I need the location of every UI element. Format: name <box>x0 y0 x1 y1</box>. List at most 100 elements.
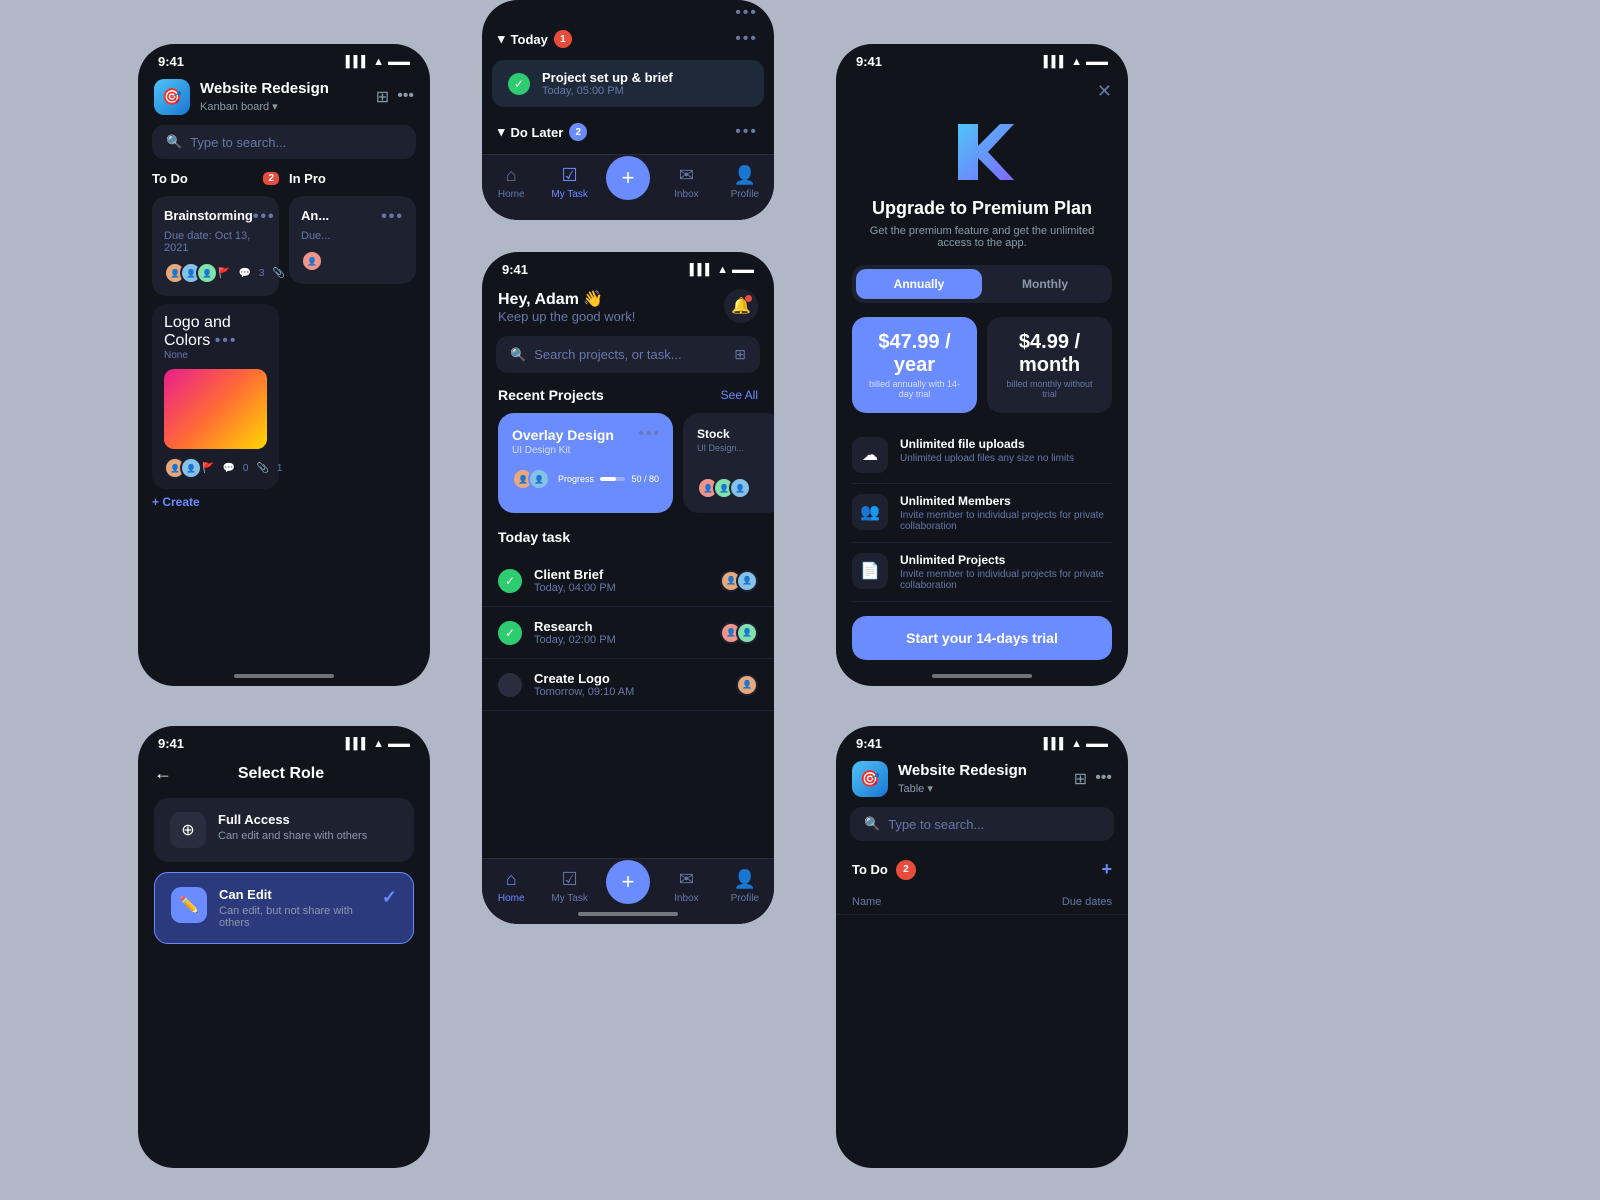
top-dots: ••• <box>482 0 774 22</box>
search-bar-kanban[interactable]: 🔍 Type to search... <box>152 125 416 159</box>
time-premium: 9:41 <box>856 54 882 69</box>
comments-icon: 💬 <box>238 268 250 279</box>
tab-inbox-top[interactable]: ✉ Inbox <box>657 165 715 200</box>
todo-header: To Do 2 + <box>836 853 1128 890</box>
layout-icon[interactable]: ⊞ <box>376 87 389 107</box>
comments-icon: 💬 <box>222 463 234 474</box>
avatar: 👤 <box>736 622 758 644</box>
pricing-tabs: Annually Monthly <box>852 265 1112 303</box>
notification-icon[interactable]: 🔔 <box>724 289 758 323</box>
board-type-table: Table ▾ <box>898 783 933 795</box>
logo-card-footer: 👤 👤 🚩 💬 0 📎 1 <box>164 457 267 479</box>
check-icon-selected: ✓ <box>382 887 397 908</box>
header-actions-table: ⊞ ••• <box>1074 769 1112 789</box>
close-button[interactable]: ✕ <box>1097 81 1112 102</box>
status-icons-premium: ▌▌▌ ▲ ▬▬ <box>1044 56 1108 68</box>
kanban-card-brainstorming[interactable]: Brainstorming ••• Due date: Oct 13, 2021… <box>152 196 279 296</box>
card-menu-icon[interactable]: ••• <box>253 208 276 226</box>
progress-label: Progress <box>558 474 594 484</box>
progress-bar <box>600 477 625 481</box>
pricing-card-monthly[interactable]: $4.99 / month billed monthly without tri… <box>987 317 1112 413</box>
pricing-cards: $47.99 / year billed annually with 14-da… <box>836 317 1128 427</box>
tab-mytask-dash[interactable]: ☑ My Task <box>540 869 598 904</box>
tab-profile-top[interactable]: 👤 Profile <box>716 165 774 200</box>
feature-members: 👥 Unlimited Members Invite member to ind… <box>852 484 1112 543</box>
progress-section: Progress 50 / 80 <box>558 474 659 484</box>
more-icon-table[interactable]: ••• <box>1095 769 1112 789</box>
avatar: 👤 <box>180 457 202 479</box>
dashboard-search[interactable]: 🔍 Search projects, or task... ⊞ <box>496 336 760 373</box>
menu-icon[interactable]: ••• <box>735 4 758 22</box>
kanban-header: 🎯 Website Redesign Kanban board ▾ ⊞ ••• <box>138 73 430 125</box>
avatar: 👤 <box>729 477 751 499</box>
table-search[interactable]: 🔍 Type to search... <box>850 807 1114 841</box>
back-button[interactable]: ← <box>154 763 172 784</box>
greeting-text: Hey, Adam 👋 Keep up the good work! <box>498 289 635 324</box>
home-indicator-dash <box>578 912 678 916</box>
task3-avatars: 👤 <box>736 674 758 696</box>
search-icon-dash: 🔍 <box>510 347 526 363</box>
tab-annually[interactable]: Annually <box>856 269 982 299</box>
full-access-icon: ⊕ <box>170 812 206 848</box>
dolater-menu-icon[interactable]: ••• <box>735 123 758 141</box>
tab-inbox-dash[interactable]: ✉ Inbox <box>657 869 715 904</box>
tab-bar-top: ⌂ Home ☑ My Task + ✉ Inbox 👤 Profile <box>482 154 774 220</box>
role-full-access[interactable]: ⊕ Full Access Can edit and share with ot… <box>154 798 414 862</box>
today-label: Today <box>511 32 548 47</box>
tab-home-dash[interactable]: ⌂ Home <box>482 869 540 904</box>
recent-projects-header: Recent Projects See All <box>482 387 774 413</box>
logo-card-menu[interactable]: ••• <box>215 332 238 349</box>
add-fab[interactable]: + <box>606 156 650 200</box>
project-menu-icon[interactable]: ••• <box>638 425 661 443</box>
kanban-card-analysis[interactable]: An... ••• Due... 👤 <box>289 196 416 284</box>
logo-card-sub: None <box>164 350 267 361</box>
today-section-header: ▾ Today 1 ••• <box>482 22 774 56</box>
today-task-item-1[interactable]: ✓ Client Brief Today, 04:00 PM 👤 👤 <box>482 555 774 607</box>
can-edit-icon: ✏️ <box>171 887 207 923</box>
project-card-stock[interactable]: Stock UI Design... 👤 👤 👤 <box>683 413 774 513</box>
logo-card[interactable]: Logo and Colors ••• None 👤 👤 🚩 💬 0 📎 <box>152 304 279 489</box>
premium-header: ✕ <box>836 73 1128 110</box>
tab-profile-dash[interactable]: 👤 Profile <box>716 869 774 904</box>
card-meta: 🚩 💬 3 📎 0 <box>218 268 298 279</box>
chevron-icon: ▾ <box>498 31 505 47</box>
feature-text-uploads: Unlimited file uploads Unlimited upload … <box>900 437 1074 464</box>
task-item-brief[interactable]: ✓ Project set up & brief Today, 05:00 PM <box>492 60 764 107</box>
status-icons-dash: ▌▌▌ ▲ ▬▬ <box>690 264 754 276</box>
filter-icon[interactable]: ⊞ <box>734 346 746 363</box>
layout-icon-table[interactable]: ⊞ <box>1074 769 1087 789</box>
today-task-item-3[interactable]: Create Logo Tomorrow, 09:10 AM 👤 <box>482 659 774 711</box>
project1-name: Overlay Design <box>512 427 659 443</box>
phone-kanban: 9:41 ▌▌▌ ▲ ▬▬ 🎯 Website Redesign Kanban … <box>138 44 430 686</box>
tab-add-dash[interactable]: + <box>599 870 657 904</box>
today-menu-icon[interactable]: ••• <box>735 30 758 48</box>
add-todo-button[interactable]: + <box>1101 859 1112 880</box>
tab-mytask-top[interactable]: ☑ My Task <box>540 165 598 200</box>
more-icon[interactable]: ••• <box>397 87 414 107</box>
tab-monthly[interactable]: Monthly <box>982 269 1108 299</box>
col-inprogress: In Pro An... ••• Due... 👤 <box>289 171 416 489</box>
task-info-1: Client Brief Today, 04:00 PM <box>534 567 708 594</box>
project1-type: UI Design Kit <box>512 445 659 456</box>
pricing-card-annual[interactable]: $47.99 / year billed annually with 14-da… <box>852 317 977 413</box>
analysis-menu[interactable]: ••• <box>381 208 404 226</box>
attach-icon: 📎 <box>272 268 284 279</box>
avatar: 👤 <box>196 262 218 284</box>
attach-icon: 📎 <box>256 463 268 474</box>
task-info-brief: Project set up & brief Today, 05:00 PM <box>542 70 673 97</box>
logo-card-meta: 🚩 💬 0 📎 1 <box>202 463 282 474</box>
tab-home-top[interactable]: ⌂ Home <box>482 165 540 200</box>
chevron-icon: ▾ <box>498 124 505 140</box>
add-fab-dash[interactable]: + <box>606 860 650 904</box>
trial-button[interactable]: Start your 14-days trial <box>852 616 1112 660</box>
project-card-overlay[interactable]: ••• Overlay Design UI Design Kit 👤 👤 Pro… <box>498 413 673 513</box>
today-task-item-2[interactable]: ✓ Research Today, 02:00 PM 👤 👤 <box>482 607 774 659</box>
tab-add-top[interactable]: + <box>599 166 657 200</box>
create-button[interactable]: + Create <box>138 489 430 509</box>
task-info-2: Research Today, 02:00 PM <box>534 619 708 646</box>
see-all-link[interactable]: See All <box>721 388 758 402</box>
phone-premium: 9:41 ▌▌▌ ▲ ▬▬ ✕ Upgrade to Premium Plan … <box>836 44 1128 686</box>
kanban-columns: To Do 2 Brainstorming ••• Due date: Oct … <box>138 171 430 489</box>
task2-time: Today, 02:00 PM <box>534 634 708 646</box>
role-can-edit[interactable]: ✏️ Can Edit Can edit, but not share with… <box>154 872 414 944</box>
